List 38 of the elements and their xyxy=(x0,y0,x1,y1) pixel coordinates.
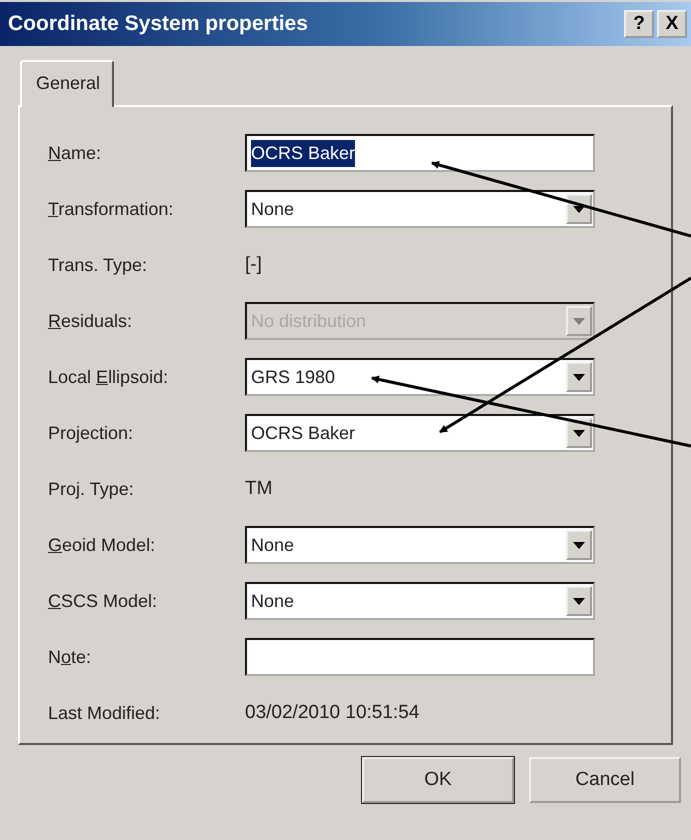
dropdown-button[interactable] xyxy=(566,530,592,560)
field-label: Local Ellipsoid: xyxy=(48,366,170,389)
cancel-button[interactable]: Cancel xyxy=(529,757,681,803)
caret-icon xyxy=(573,318,585,324)
field-value: [-] xyxy=(245,252,262,277)
dropdown-button[interactable] xyxy=(566,586,592,616)
dropdown-button[interactable] xyxy=(566,194,592,224)
dropdown-field[interactable]: None xyxy=(245,582,595,620)
field-label: Geoid Model: xyxy=(48,534,156,556)
text-field[interactable]: OCRS Baker xyxy=(245,134,595,172)
window-title: Coordinate System properties xyxy=(8,11,309,38)
ok-button[interactable]: OK xyxy=(362,757,514,803)
field-label: Last Modified: xyxy=(48,702,162,724)
caret-icon xyxy=(573,374,585,380)
field-label: Proj. Type: xyxy=(48,478,135,501)
dropdown-button[interactable] xyxy=(566,418,592,448)
field-label: Name: xyxy=(48,142,102,164)
caret-icon xyxy=(573,430,585,436)
field-label: Note: xyxy=(48,646,92,668)
dropdown-field[interactable]: None xyxy=(245,526,595,564)
field-label: Trans. Type: xyxy=(48,254,148,277)
field-value: 03/02/2010 10:51:54 xyxy=(245,700,420,725)
dropdown-button[interactable] xyxy=(566,362,592,392)
dropdown-field[interactable]: OCRS Baker xyxy=(245,414,595,452)
caret-icon xyxy=(573,598,585,604)
title-bar-button[interactable]: ? xyxy=(624,10,654,38)
field-label: Residuals: xyxy=(48,310,134,332)
field-label: Projection: xyxy=(48,422,134,445)
field-value: TM xyxy=(245,476,272,501)
text-field[interactable] xyxy=(245,638,595,676)
tab[interactable]: General xyxy=(20,60,114,107)
caret-icon xyxy=(573,206,585,212)
caret-icon xyxy=(573,542,585,548)
title-bar-button[interactable]: X xyxy=(657,10,687,38)
field-label: Transformation: xyxy=(48,198,174,220)
dropdown-field[interactable]: GRS 1980 xyxy=(245,358,595,396)
dropdown-field[interactable]: None xyxy=(245,190,595,228)
field-label: CSCS Model: xyxy=(48,590,158,612)
